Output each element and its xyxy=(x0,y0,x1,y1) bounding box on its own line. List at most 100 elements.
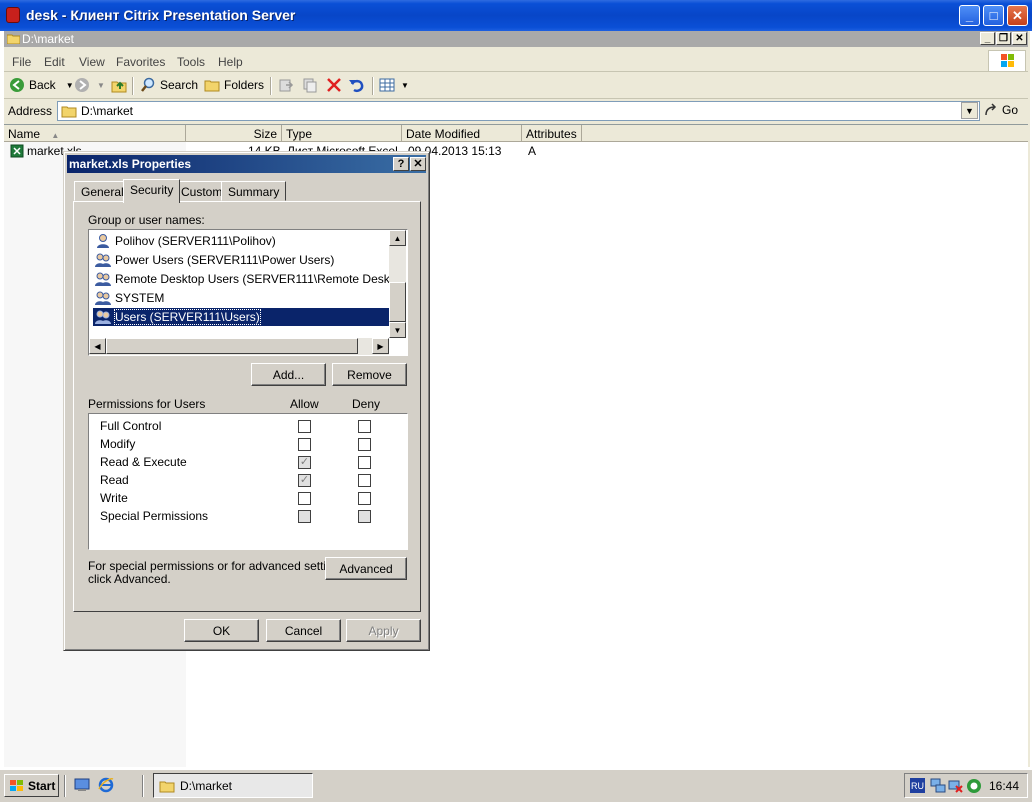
search-label: Search xyxy=(160,78,199,92)
chevron-down-icon: ▼ xyxy=(965,105,974,116)
delete-button[interactable] xyxy=(326,77,342,93)
up-folder-button[interactable] xyxy=(111,77,127,93)
help-icon: ? xyxy=(397,157,405,170)
security-shield-icon[interactable] xyxy=(966,778,982,794)
permission-row: Full Control xyxy=(89,417,407,435)
search-button[interactable]: Search xyxy=(140,77,198,93)
add-button[interactable]: Add... xyxy=(251,363,326,386)
menu-tools[interactable]: Tools xyxy=(177,55,205,69)
scroll-thumb[interactable] xyxy=(389,282,406,322)
help-button[interactable]: ? xyxy=(393,157,409,171)
folder-icon xyxy=(159,781,175,792)
network-disconnected-icon[interactable] xyxy=(948,778,964,794)
list-item[interactable]: Power Users (SERVER111\Power Users) xyxy=(93,251,390,269)
maximize-button[interactable]: □ xyxy=(983,5,1004,26)
allow-checkbox-checked[interactable]: ✓ xyxy=(298,456,311,469)
windows-flag-icon xyxy=(10,779,23,791)
advanced-hint-line1: For special permissions or for advanced … xyxy=(88,559,349,573)
deny-checkbox[interactable] xyxy=(358,456,371,469)
allow-checkbox[interactable] xyxy=(298,438,311,451)
quicklaunch-ie-button[interactable] xyxy=(98,777,114,796)
explorer-titlebar[interactable]: D:\market _ ❐ ✕ xyxy=(4,31,1028,47)
allow-checkbox[interactable] xyxy=(298,510,311,523)
scroll-thumb-horizontal[interactable] xyxy=(106,338,358,354)
tab-security[interactable]: Security xyxy=(123,179,181,203)
remove-button[interactable]: Remove xyxy=(332,363,407,386)
deny-checkbox[interactable] xyxy=(358,420,371,433)
taskbar-item-explorer[interactable]: D:\market xyxy=(153,773,313,798)
search-icon xyxy=(141,77,155,92)
allow-checkbox-checked[interactable]: ✓ xyxy=(298,474,311,487)
permission-row: Write xyxy=(89,489,407,507)
standard-toolbar: Back ▼ ▼ Search Folders ▼ xyxy=(4,73,1028,99)
folders-icon xyxy=(204,80,220,92)
network-icon[interactable] xyxy=(930,778,946,794)
explorer-minimize-button[interactable]: _ xyxy=(980,32,995,45)
permission-row: Special Permissions xyxy=(89,507,407,525)
column-header-attributes[interactable]: Attributes xyxy=(522,125,582,142)
apply-button[interactable]: Apply xyxy=(346,619,421,642)
column-header-type[interactable]: Type xyxy=(282,125,402,142)
column-header-date[interactable]: Date Modified xyxy=(402,125,522,142)
ok-button[interactable]: OK xyxy=(184,619,259,642)
start-button[interactable]: Start xyxy=(4,774,59,797)
language-indicator[interactable]: RU xyxy=(910,778,925,793)
views-icon xyxy=(379,78,395,92)
menu-bar: File Edit View Favorites Tools Help xyxy=(4,50,1028,72)
scroll-left-button[interactable]: ◀ xyxy=(89,338,106,354)
back-button[interactable]: Back ▼ xyxy=(9,77,74,93)
list-item[interactable]: SYSTEM xyxy=(93,289,390,307)
quicklaunch-desktop-button[interactable] xyxy=(74,777,90,796)
column-header-name[interactable]: Name ▲ xyxy=(4,125,186,142)
menu-favorites[interactable]: Favorites xyxy=(116,55,165,69)
delete-x-icon xyxy=(327,78,341,92)
scroll-right-button[interactable]: ▶ xyxy=(372,338,389,354)
cancel-button[interactable]: Cancel xyxy=(266,619,341,642)
chevron-down-icon[interactable]: ▼ xyxy=(401,81,409,90)
chevron-down-icon[interactable]: ▼ xyxy=(97,81,105,90)
allow-checkbox[interactable] xyxy=(298,492,311,505)
menu-file[interactable]: File xyxy=(12,55,31,69)
forward-button[interactable]: ▼ xyxy=(74,77,105,93)
horizontal-scrollbar[interactable]: ◀ ▶ xyxy=(89,338,389,355)
tab-summary[interactable]: Summary xyxy=(221,181,287,201)
go-button[interactable]: Go xyxy=(984,103,1018,117)
list-item[interactable]: Remote Desktop Users (SERVER111\Remote D… xyxy=(93,270,407,288)
dialog-titlebar[interactable]: market.xls Properties ? ✕ xyxy=(67,155,426,173)
minimize-button[interactable]: _ xyxy=(959,5,980,26)
folders-button[interactable]: Folders xyxy=(204,77,264,93)
advanced-hint-line2: click Advanced. xyxy=(88,572,171,586)
citrix-window-titlebar[interactable]: desk - Клиент Citrix Presentation Server… xyxy=(0,0,1032,31)
move-to-button[interactable] xyxy=(278,77,294,93)
address-input[interactable]: D:\market ▼ xyxy=(57,101,980,121)
scroll-up-button[interactable]: ▲ xyxy=(389,230,406,246)
menu-help[interactable]: Help xyxy=(218,55,243,69)
explorer-restore-button[interactable]: ❐ xyxy=(996,32,1011,45)
menu-edit[interactable]: Edit xyxy=(44,55,65,69)
copy-to-button[interactable] xyxy=(302,77,318,93)
explorer-close-button[interactable]: ✕ xyxy=(1012,32,1027,45)
vertical-scrollbar[interactable]: ▲ ▼ xyxy=(389,230,406,338)
user-list[interactable]: Polihov (SERVER111\Polihov) Power Users … xyxy=(88,229,408,356)
chevron-down-icon[interactable]: ▼ xyxy=(66,81,74,90)
deny-checkbox[interactable] xyxy=(358,474,371,487)
explorer-title: D:\market xyxy=(22,32,75,46)
deny-checkbox[interactable] xyxy=(358,510,371,523)
scroll-down-button[interactable]: ▼ xyxy=(389,322,406,338)
advanced-button[interactable]: Advanced xyxy=(325,557,407,580)
menu-view[interactable]: View xyxy=(79,55,105,69)
dialog-close-button[interactable]: ✕ xyxy=(410,157,426,171)
arrow-right-icon: ▶ xyxy=(377,341,384,351)
views-button[interactable]: ▼ xyxy=(379,77,409,93)
deny-checkbox[interactable] xyxy=(358,438,371,451)
list-item-selected[interactable]: Users (SERVER111\Users) xyxy=(93,308,390,326)
allow-checkbox[interactable] xyxy=(298,420,311,433)
column-header-size[interactable]: Size xyxy=(186,125,282,142)
deny-checkbox[interactable] xyxy=(358,492,371,505)
address-dropdown-button[interactable]: ▼ xyxy=(961,102,978,119)
properties-dialog: market.xls Properties ? ✕ General Securi… xyxy=(63,151,430,651)
undo-button[interactable] xyxy=(348,77,364,93)
checkmark-icon: ✓ xyxy=(299,474,310,486)
list-item[interactable]: Polihov (SERVER111\Polihov) xyxy=(93,232,390,250)
close-button[interactable]: ✕ xyxy=(1007,5,1028,26)
